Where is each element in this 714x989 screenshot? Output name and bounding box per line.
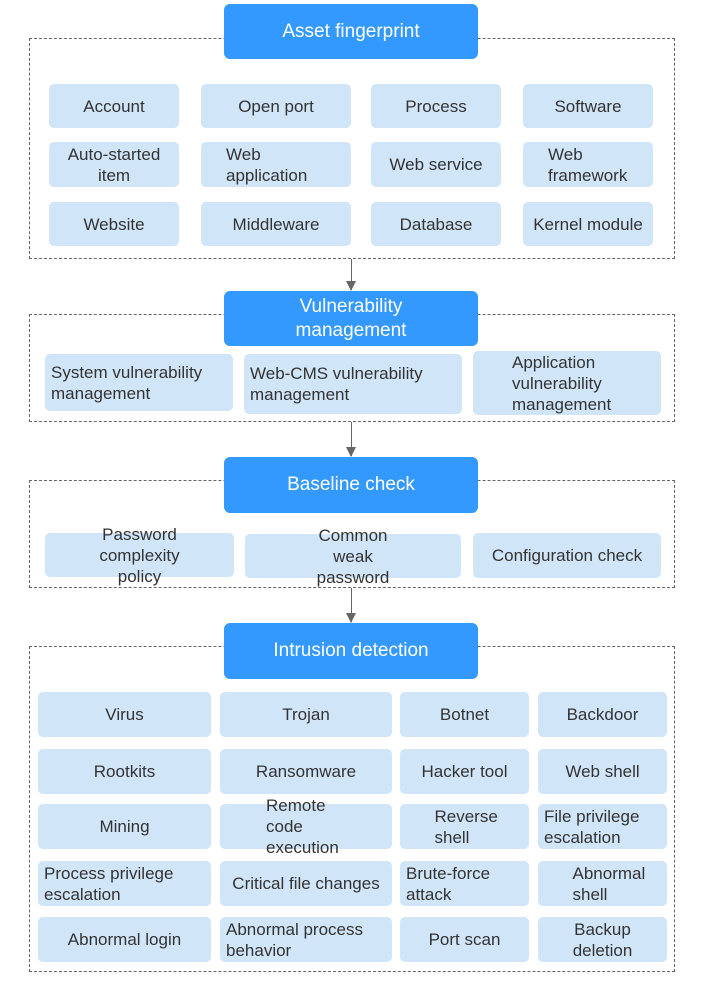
item-file-privilege-escalation: File privilege escalation [538,804,667,849]
item-open-port: Open port [201,84,351,128]
item-remote-code-execution: Remote code execution [220,796,392,857]
item-abnormal-process-behavior: Abnormal process behavior [220,917,392,962]
item-process-privilege-escalation: Process privilege escalation [38,861,211,906]
item-label: Middleware [232,214,320,234]
item-label: File privilege escalation [544,806,640,847]
item-label: Backdoor [566,705,639,724]
item-middleware: Middleware [201,202,351,246]
item-abnormal-login: Abnormal login [38,917,211,962]
item-hacker-tool: Hacker tool [400,749,529,794]
item-label: Abnormal login [67,930,182,949]
item-label: Abnormal shell [572,863,646,904]
item-label: Web-CMS vulnerability management [250,364,423,404]
item-label: Trojan [282,705,330,724]
item-label: Remote code execution [266,796,339,857]
item-label: Web service [389,155,483,174]
item-account: Account [49,84,179,128]
item-label: Website [83,214,145,234]
item-web-application: Web application [201,142,351,187]
item-label: Rootkits [93,762,156,781]
item-label: Virus [105,705,144,724]
item-label: Web application [226,144,308,185]
item-label: Kernel module [533,214,643,234]
item-label: Auto-started item [67,144,161,185]
item-trojan: Trojan [220,692,392,737]
item-label: Password complexity policy [99,524,180,586]
section-header-intrusion-detection: Intrusion detection [224,623,478,679]
item-system-vulnerability-management: System vulnerability management [45,354,233,411]
item-web-service: Web service [371,142,501,187]
item-web-framework: Web framework [523,142,653,187]
item-label: Hacker tool [421,762,508,781]
item-label: Account [83,96,145,116]
item-mining: Mining [38,804,211,849]
item-label: System vulnerability management [51,362,203,403]
item-reverse-shell: Reverse shell [400,804,529,849]
section-header-vulnerability-management: Vulnerability management [224,291,478,346]
item-label: Configuration check [491,546,643,565]
item-label: Database [399,214,473,234]
item-label: Port scan [428,930,501,949]
item-label: Common weak password [316,525,390,587]
item-brute-force-attack: Brute-force attack [400,861,529,906]
item-rootkits: Rootkits [38,749,211,794]
item-label: Ransomware [255,762,357,781]
item-abnormal-shell: Abnormal shell [538,861,667,906]
item-label: Brute-force attack [406,863,491,904]
item-label: Application vulnerability management [512,352,612,414]
item-label: Backup deletion [572,919,633,960]
item-botnet: Botnet [400,692,529,737]
item-web-shell: Web shell [538,749,667,794]
item-label: Software [554,96,622,116]
section-header-baseline-check: Baseline check [224,457,478,513]
item-label: Process privilege escalation [44,863,174,904]
item-label: Mining [99,817,150,836]
item-label: Abnormal process behavior [226,919,364,960]
item-website: Website [49,202,179,246]
item-label: Open port [238,96,314,116]
item-backup-deletion: Backup deletion [538,917,667,962]
flow-arrow-icon [346,422,356,457]
item-label: Reverse shell [434,806,498,847]
flow-arrow-icon [346,259,356,291]
item-label: Critical file changes [232,874,380,893]
item-configuration-check: Configuration check [473,533,661,578]
item-label: Web framework [548,144,628,185]
item-kernel-module: Kernel module [523,202,653,246]
item-software: Software [523,84,653,128]
item-password-complexity-policy: Password complexity policy [45,525,234,586]
item-label: Botnet [439,705,490,724]
section-header-asset-fingerprint: Asset fingerprint [224,4,478,59]
item-critical-file-changes: Critical file changes [220,861,392,906]
item-backdoor: Backdoor [538,692,667,737]
item-process: Process [371,84,501,128]
item-web-cms-vulnerability-management: Web-CMS vulnerability management [244,354,462,414]
item-common-weak-password: Common weak password [245,526,461,587]
item-ransomware: Ransomware [220,749,392,794]
item-auto-started-item: Auto-started item [49,142,179,187]
item-virus: Virus [38,692,211,737]
item-label: Web shell [565,762,640,781]
item-label: Process [405,96,467,116]
item-port-scan: Port scan [400,917,529,962]
item-database: Database [371,202,501,246]
item-application-vulnerability-management: Application vulnerability management [473,351,661,415]
flow-arrow-icon [346,588,356,623]
